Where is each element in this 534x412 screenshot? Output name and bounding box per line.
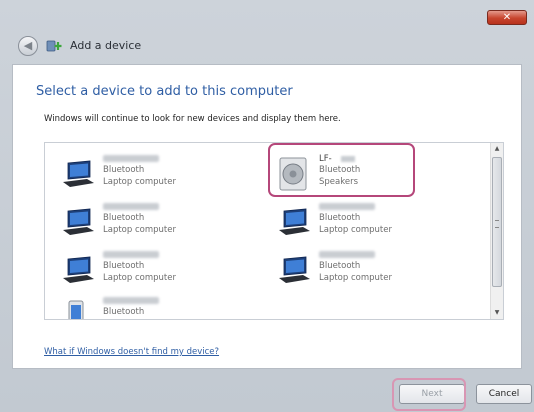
scroll-thumb[interactable] <box>492 157 502 287</box>
device-type: Bluetooth <box>103 261 145 271</box>
device-type: Bluetooth <box>103 165 145 175</box>
blurred-device-name <box>103 297 159 304</box>
grip-icon <box>495 220 499 228</box>
device-category: Laptop computer <box>319 225 392 235</box>
window-title: Add a device <box>70 39 142 52</box>
blurred-device-name <box>319 203 375 210</box>
close-icon: ✕ <box>502 12 512 23</box>
page-heading: Select a device to add to this computer <box>36 84 293 99</box>
phone-icon <box>68 300 84 319</box>
device-item[interactable]: Bluetooth Laptop computer <box>277 247 477 297</box>
device-item[interactable]: Bluetooth <box>61 293 261 319</box>
laptop-icon <box>63 256 94 283</box>
scroll-down-icon[interactable]: ▼ <box>491 307 503 319</box>
laptop-icon <box>279 256 310 283</box>
device-category: Laptop computer <box>319 273 392 283</box>
vertical-scrollbar[interactable]: ▲ ▼ <box>490 143 503 319</box>
blurred-device-name <box>103 155 159 162</box>
add-device-window: ✕ ◀ Add a device Select a device to add … <box>0 0 534 412</box>
device-type: Bluetooth <box>319 213 361 223</box>
blurred-device-name <box>103 203 159 210</box>
back-button[interactable]: ◀ <box>18 36 38 56</box>
device-item[interactable]: Bluetooth Laptop computer <box>277 199 477 249</box>
blurred-device-name <box>319 251 375 258</box>
device-item[interactable]: Bluetooth Laptop computer <box>61 247 261 297</box>
help-link[interactable]: What if Windows doesn't find my device? <box>44 347 219 357</box>
laptop-icon <box>63 208 94 235</box>
laptop-icon <box>279 208 310 235</box>
laptop-icon <box>63 160 94 187</box>
device-type: Bluetooth <box>103 307 145 317</box>
device-category: Laptop computer <box>103 273 176 283</box>
scroll-up-icon[interactable]: ▲ <box>491 143 503 155</box>
next-highlight-frame <box>392 378 466 411</box>
speaker-highlight-frame <box>268 143 415 197</box>
device-category: Laptop computer <box>103 225 176 235</box>
cancel-button[interactable]: Cancel <box>476 384 532 404</box>
device-category: Laptop computer <box>103 177 176 187</box>
device-type: Bluetooth <box>319 261 361 271</box>
blurred-device-name <box>103 251 159 258</box>
add-device-icon <box>46 40 62 52</box>
device-item[interactable]: Bluetooth Laptop computer <box>61 199 261 249</box>
device-type: Bluetooth <box>103 213 145 223</box>
close-button[interactable]: ✕ <box>487 10 527 25</box>
instruction-text: Windows will continue to look for new de… <box>44 114 341 124</box>
title-bar: ◀ Add a device <box>10 30 524 62</box>
device-item[interactable]: Bluetooth Laptop computer <box>61 151 261 201</box>
back-arrow-icon: ◀ <box>23 39 33 52</box>
